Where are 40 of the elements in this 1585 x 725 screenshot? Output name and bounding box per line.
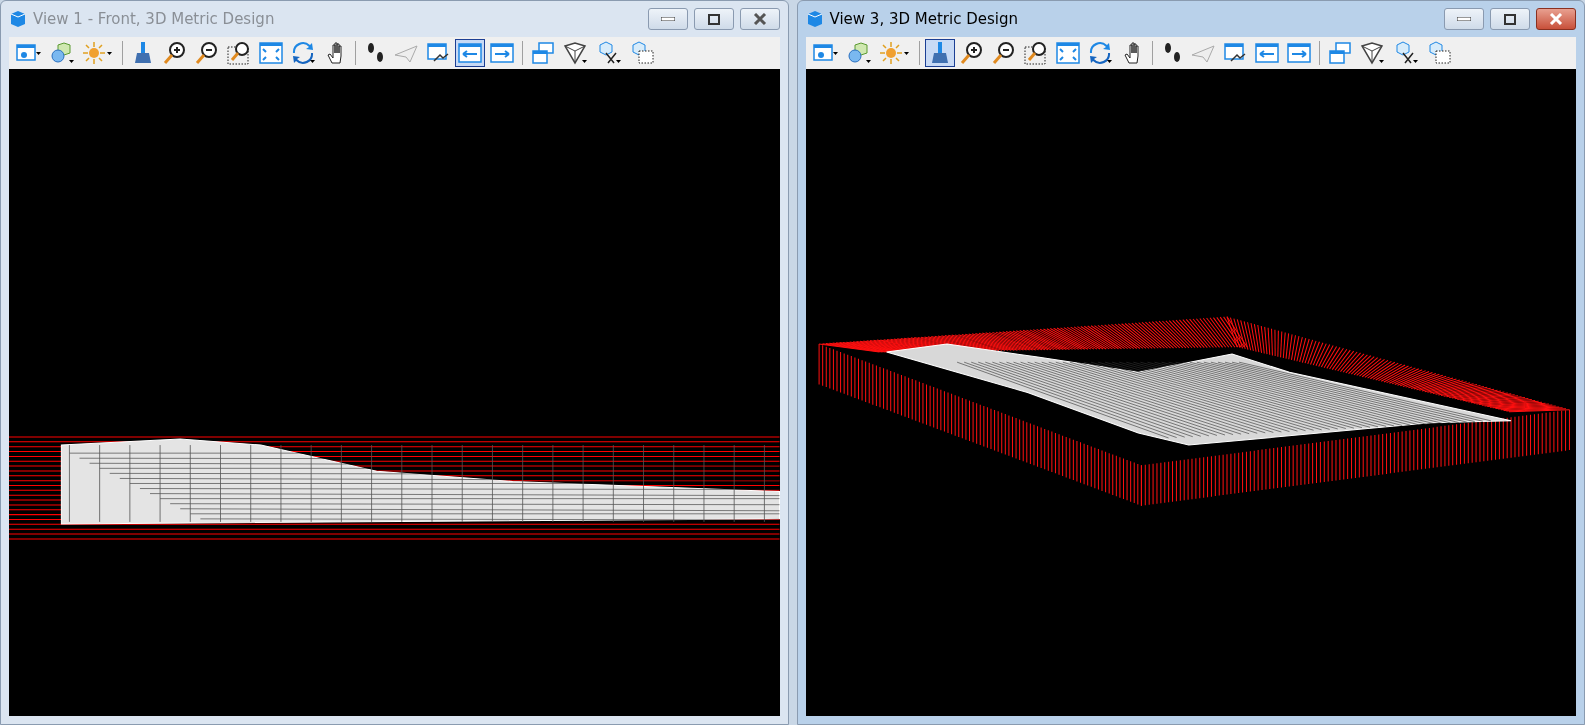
minimize-button[interactable] [647, 8, 688, 30]
window-title: View 3, 3D Metric Design [829, 10, 1019, 28]
close-icon [752, 13, 767, 25]
cube-scissors-icon [1393, 41, 1420, 65]
zoom-out-icon [991, 41, 1016, 65]
rotate-icon [291, 41, 317, 65]
rotate-icon [1087, 41, 1114, 65]
cube-selection-icon [1427, 41, 1452, 65]
close-button[interactable] [1536, 8, 1576, 30]
light-icon [878, 41, 911, 65]
maximize-icon [707, 13, 720, 25]
zoom-in-icon [959, 41, 984, 65]
fit-view-icon [259, 41, 283, 65]
close-icon [1549, 13, 1563, 25]
light-icon [82, 41, 114, 65]
zoom-out-icon [195, 41, 219, 65]
fit-view-icon [1055, 41, 1080, 65]
toolbar-button[interactable] [924, 39, 955, 67]
maximize-button[interactable] [1490, 8, 1530, 30]
maximize-button[interactable] [693, 8, 734, 30]
close-button[interactable] [739, 8, 780, 30]
cube-outline-icon [1359, 41, 1386, 65]
two-windows-icon [1327, 41, 1352, 65]
cube-icon [9, 10, 27, 28]
cube-sphere-icon [50, 41, 74, 65]
zoom-area-icon [227, 41, 251, 65]
toolbar-button[interactable] [455, 39, 485, 67]
cube-icon [805, 10, 824, 28]
window-title: View 1 - Front, 3D Metric Design [33, 10, 276, 28]
cube-scissors-icon [597, 41, 623, 65]
cube-outline-icon [563, 41, 589, 65]
cube-selection-icon [631, 41, 655, 65]
two-windows-icon [531, 41, 555, 65]
zoom-area-icon [1023, 41, 1048, 65]
minimize-button[interactable] [1444, 8, 1484, 30]
maximize-icon [1504, 13, 1516, 25]
zoom-in-icon [163, 41, 187, 65]
cube-sphere-icon [846, 41, 871, 65]
minimize-icon [660, 17, 675, 21]
minimize-icon [1457, 17, 1471, 21]
